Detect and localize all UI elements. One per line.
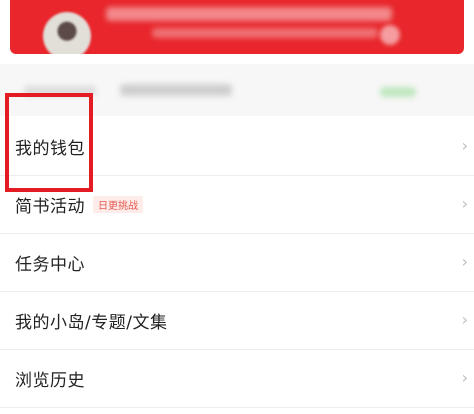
menu-item-task-center[interactable]: 任务中心 › xyxy=(0,234,474,292)
banner-blurred-icon xyxy=(380,25,400,45)
blurred-text-2 xyxy=(120,84,232,96)
blurred-status-badge xyxy=(380,87,416,97)
chevron-right-icon: › xyxy=(461,136,468,155)
highlight-box xyxy=(5,93,93,192)
chevron-right-icon: › xyxy=(461,310,468,329)
daily-challenge-badge: 日更挑战 xyxy=(93,196,143,213)
menu-item-label: 浏览历史 xyxy=(15,371,85,391)
banner-blurred-text xyxy=(106,7,392,21)
banner-blurred-subtext xyxy=(152,28,378,38)
menu-item-label: 我的小岛/专题/文集 xyxy=(15,313,168,333)
menu-item-collections[interactable]: 我的小岛/专题/文集 › xyxy=(0,292,474,350)
profile-banner[interactable] xyxy=(10,0,464,54)
menu-item-label: 简书活动 xyxy=(15,197,85,217)
menu-item-history[interactable]: 浏览历史 › xyxy=(0,350,474,408)
chevron-right-icon: › xyxy=(461,194,468,213)
chevron-right-icon: › xyxy=(461,252,468,271)
chevron-right-icon: › xyxy=(461,368,468,387)
menu-item-label: 任务中心 xyxy=(15,255,85,275)
avatar[interactable] xyxy=(43,12,91,54)
